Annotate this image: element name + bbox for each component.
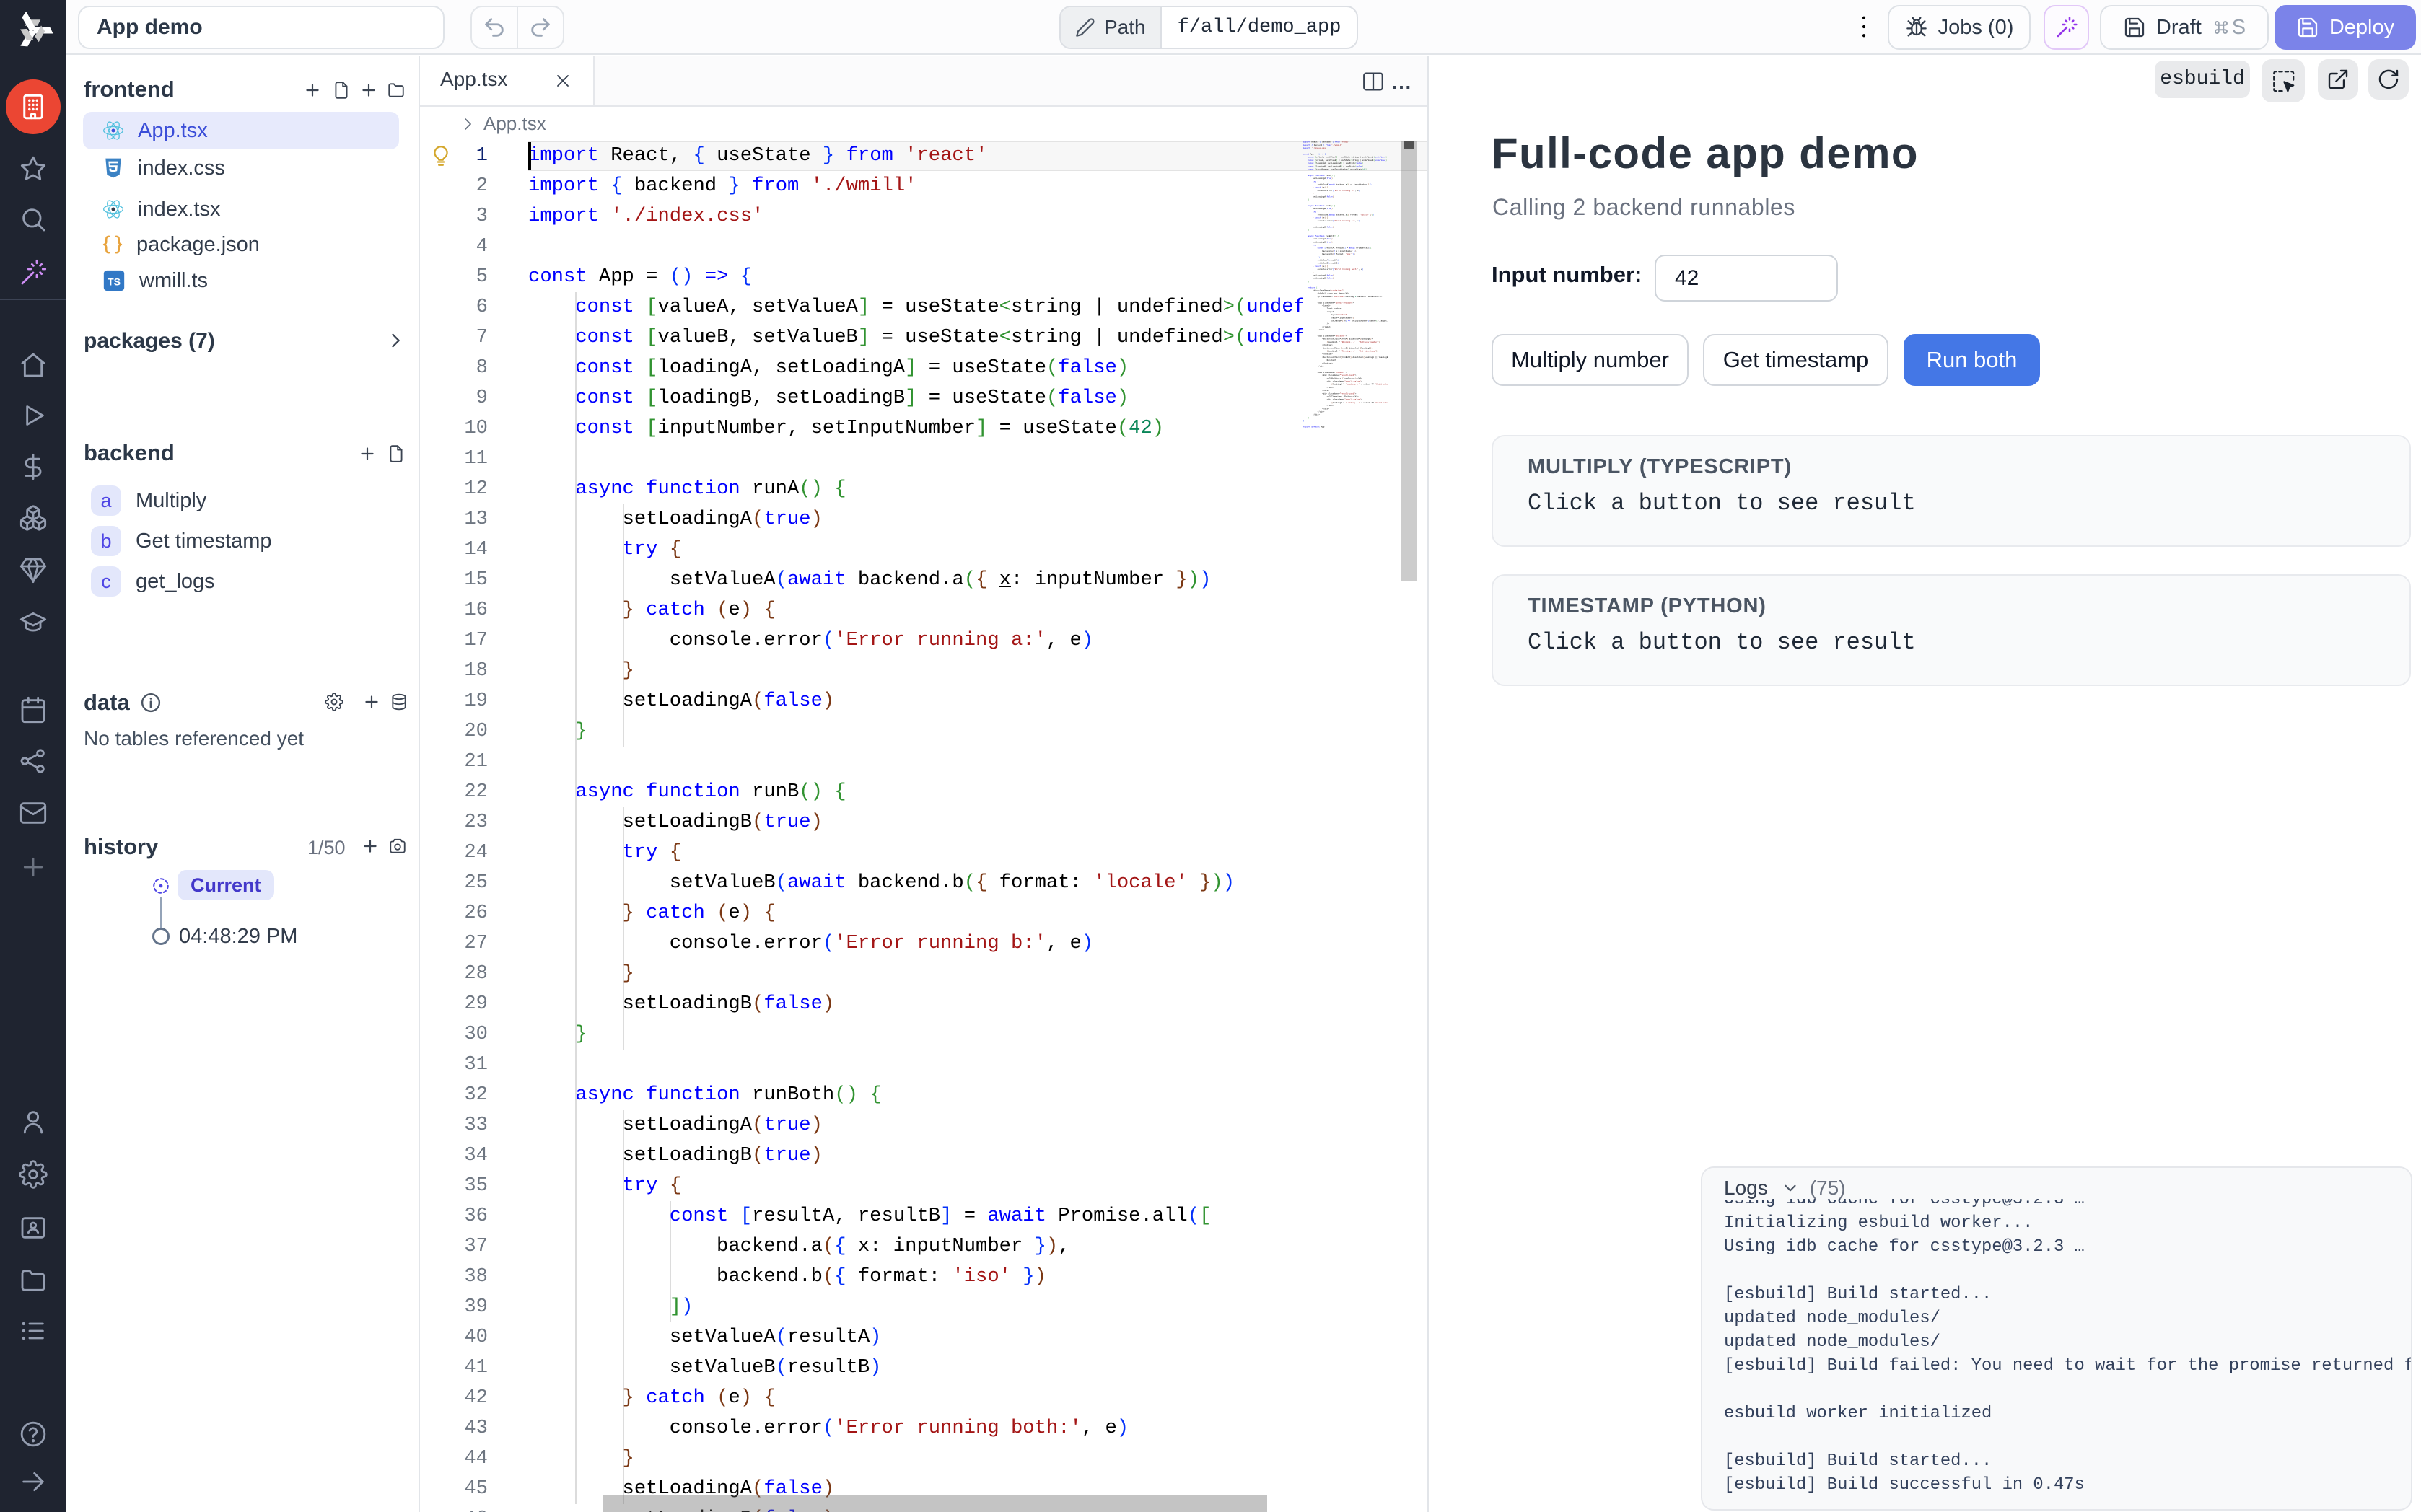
svg-text:TS: TS (108, 276, 121, 288)
